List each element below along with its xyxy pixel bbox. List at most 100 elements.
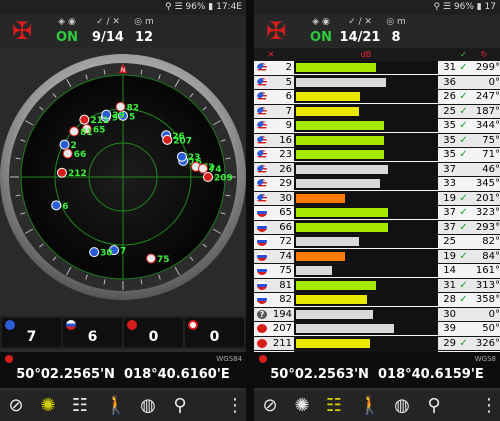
signal-header-icon[interactable]: dB	[354, 48, 378, 61]
walk-icon[interactable]: 🚶	[358, 394, 382, 418]
us-flag-icon	[257, 135, 267, 145]
signal-list-icon[interactable]: ☷	[68, 394, 92, 418]
map-pin-icon[interactable]: ⚲	[168, 394, 192, 418]
satellite-id: 23	[279, 149, 292, 160]
table-row[interactable]: 81 31 ✓ 313°	[254, 278, 500, 293]
radar-svg: N 25679162326293065667274758182207209211…	[0, 54, 246, 300]
ru-flag-icon	[257, 237, 267, 246]
table-row[interactable]: 72 25 82°	[254, 235, 500, 250]
signal-bar	[296, 222, 389, 232]
table-row[interactable]: 6 26 ✓ 247°	[254, 90, 500, 105]
coordinates-box[interactable]: WGS84 50°02.2565'N 018°40.6160'E	[0, 352, 246, 388]
top-bar: ✠ ◈ ◉ ON ✓ / ✕ 14/21 ◎ m 8	[254, 15, 500, 49]
compass-icon[interactable]: ⊘	[258, 394, 282, 418]
table-row[interactable]: 30 19 ✓ 201°	[254, 191, 500, 206]
table-row[interactable]: 82 28 ✓ 358°	[254, 293, 500, 308]
snr-value: 31	[443, 62, 456, 73]
radar-satellite[interactable]: 209	[203, 172, 233, 184]
radar-satellite[interactable]: 23	[176, 151, 200, 163]
globe-icon[interactable]: ◍	[136, 394, 160, 418]
radar-satellite[interactable]: 66	[62, 148, 86, 160]
azimuth-header-icon[interactable]: ↻	[472, 48, 496, 61]
table-row[interactable]: 65 37 ✓ 323°	[254, 206, 500, 221]
accuracy-value: 8	[391, 30, 401, 45]
signal-bar	[296, 63, 376, 72]
walk-icon[interactable]: 🚶	[104, 394, 128, 418]
table-row[interactable]: 207 39 50°	[254, 322, 500, 337]
counter-beidou-value: 0	[148, 329, 159, 345]
table-row[interactable]: 7 25 ✓ 187°	[254, 104, 500, 119]
used-check-icon: ✓	[459, 221, 468, 233]
satellite-id: 81	[279, 279, 292, 291]
constellation-counters: 7 6 0 0	[0, 316, 246, 349]
table-row[interactable]: 5 36 0°	[254, 75, 500, 90]
table-row[interactable]: 74 19 ✓ 84°	[254, 249, 500, 264]
azimuth-value: 326°	[475, 337, 500, 349]
signal-list-screen: ⚲ ☰ 96% ▮ 17 ✠ ◈ ◉ ON ✓ / ✕ 14/21 ◎ m 8 …	[254, 0, 500, 421]
satellite-id: 75	[279, 265, 292, 276]
table-row[interactable]: 23 35 ✓ 71°	[254, 148, 500, 163]
overflow-menu-icon[interactable]: ⋮	[226, 394, 244, 418]
app-logo-icon[interactable]: ✠	[10, 18, 34, 44]
radar-tab-icon[interactable]: ✺	[36, 394, 60, 418]
radar-satellite[interactable]: 82	[115, 101, 140, 113]
table-row[interactable]: 75 14 161°	[254, 264, 500, 279]
ru-flag-icon	[257, 251, 267, 261]
radar-satellite[interactable]: 207	[162, 134, 192, 146]
azimuth-value: 84°	[482, 250, 500, 262]
satellite-id: 30	[279, 192, 292, 204]
used-check-icon: ✓	[459, 120, 468, 131]
accuracy-icon: ◎ m	[134, 17, 154, 27]
table-row[interactable]: ? 194 30 0°	[254, 307, 500, 322]
azimuth-value: 345°	[475, 178, 500, 189]
table-row[interactable]: 66 37 ✓ 293°	[254, 220, 500, 235]
radar-satellite-label: 30	[100, 249, 113, 259]
signal-list-icon[interactable]: ☷	[322, 394, 346, 418]
status-icons: ⚲ ☰ 96% ▮ 17	[433, 2, 496, 12]
accuracy-value: 12	[134, 30, 154, 45]
coordinates-text: 50°02.2565'N 018°40.6160'E	[0, 367, 246, 382]
radar-satellite[interactable]: 30	[89, 247, 113, 259]
table-row[interactable]: 29 33 345°	[254, 177, 500, 192]
radar-screen: ⚲ ☰ 96% ▮ 17:4E ✠ ◈ ◉ ON ✓ / ✕ 9/14 ◎ m …	[0, 0, 246, 421]
table-row[interactable]: 16 35 ✓ 75°	[254, 133, 500, 148]
sky-radar[interactable]: N 25679162326293065667274758182207209211…	[0, 48, 246, 316]
signal-bar-track	[294, 278, 438, 292]
snr-value: 35	[443, 134, 456, 146]
counter-glonass-value: 6	[87, 329, 98, 345]
signal-bar-track	[294, 220, 438, 234]
table-row[interactable]: 26 37 46°	[254, 162, 500, 177]
radar-satellite[interactable]: 211	[79, 114, 109, 126]
signal-bar	[296, 121, 385, 130]
signal-bar	[296, 251, 345, 261]
snr-value: 37	[443, 207, 456, 218]
satellite-table: 2 31 ✓ 299° 5 36 0° 6 26 ✓ 247° 7 25 ✓ 187° 9 35 ✓ 344° 16 3…	[254, 61, 500, 366]
coordinates-box[interactable]: WGS8 50°02.2563'N 018°40.6159'E	[254, 352, 500, 388]
table-row[interactable]: 211 29 ✓ 326°	[254, 336, 500, 351]
signal-bar	[296, 106, 359, 116]
overflow-menu-icon[interactable]: ⋮	[480, 394, 498, 418]
used-header-icon[interactable]: ✓	[458, 48, 469, 61]
azimuth-value: 75°	[482, 134, 500, 146]
used-check-icon: ✓	[459, 105, 468, 117]
counter-beidou: 0	[124, 318, 183, 347]
satellite-id: 9	[285, 120, 292, 131]
gps-status-value: ON	[56, 30, 78, 45]
radar-satellite-label: 82	[127, 103, 140, 113]
compass-icon[interactable]: ⊘	[4, 394, 28, 418]
sat-id-header-icon[interactable]: ✕	[262, 48, 280, 61]
latitude: 50°02.2565'N	[16, 367, 115, 382]
azimuth-value: 293°	[475, 221, 500, 233]
radar-satellite[interactable]: 212	[56, 167, 87, 179]
globe-icon[interactable]: ◍	[390, 394, 414, 418]
us-flag-icon	[257, 193, 267, 203]
map-pin-icon[interactable]: ⚲	[422, 394, 446, 418]
satellite-id: 65	[279, 207, 292, 218]
satellite-id: 74	[279, 250, 292, 262]
table-row[interactable]: 9 35 ✓ 344°	[254, 119, 500, 134]
app-logo-icon[interactable]: ✠	[264, 18, 288, 44]
table-row[interactable]: 2 31 ✓ 299°	[254, 61, 500, 76]
radar-satellite[interactable]: 75	[146, 253, 170, 265]
radar-tab-icon[interactable]: ✺	[290, 394, 314, 418]
radar-satellite[interactable]: 81	[69, 126, 93, 138]
